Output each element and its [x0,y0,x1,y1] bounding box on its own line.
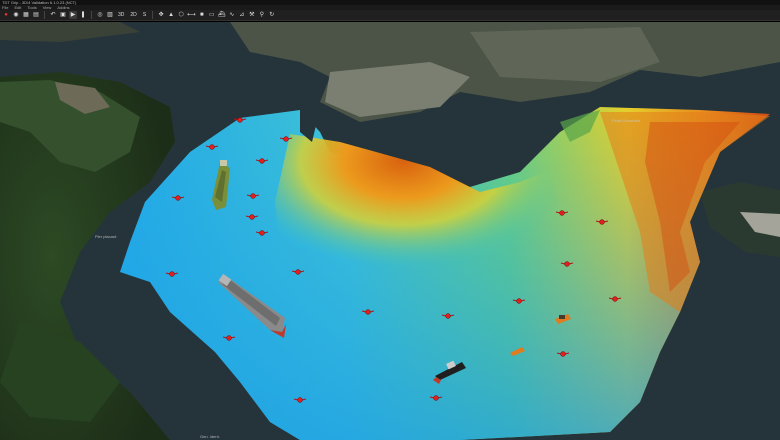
undo-icon[interactable]: ↶ [49,11,57,19]
layers-icon[interactable]: ▤ [32,11,40,19]
camera-icon[interactable]: ▭ [208,11,216,19]
toolbar-divider [91,11,92,19]
tools-icon[interactable]: ⚒ [248,11,256,19]
search-icon[interactable]: ⚲ [258,11,266,19]
target-icon[interactable]: ◎ [96,11,104,19]
view-3d-button[interactable]: 3D [116,11,126,19]
play-icon[interactable]: ▶ [69,11,77,19]
toolbar-divider [152,11,154,19]
boat-icon[interactable]: ⛴ [218,11,226,19]
map-label-top-right: Point Grounded [612,118,641,123]
pause-icon[interactable]: ❚ [79,11,87,19]
3d-map-viewport[interactable]: Pier placard Gen. Ident. Point Grounded [0,22,780,440]
palette-icon[interactable]: ▦ [22,11,30,19]
polygon-icon[interactable]: ⬡ [177,11,185,19]
ruler-icon[interactable]: ⊿ [238,11,246,19]
view-2d-button[interactable]: 2D [128,11,138,19]
grid-icon[interactable]: ▣ [59,11,67,19]
square-icon[interactable]: ■ [198,11,206,19]
measure-icon[interactable]: ⟷ [187,11,196,19]
route-icon[interactable]: ∿ [228,11,236,19]
map-label-west: Pier placard [95,234,117,239]
map-label-bottom: Gen. Ident. [200,434,220,439]
pan-icon[interactable]: ✥ [157,11,165,19]
toolbar-divider [44,11,45,19]
view-s-button[interactable]: S [141,11,148,19]
refresh-icon[interactable]: ↻ [268,11,276,19]
stop-icon[interactable]: ● [2,11,10,19]
record-icon[interactable]: ◉ [12,11,20,19]
toolbar: ● ◉ ▦ ▤ ↶ ▣ ▶ ❚ ◎ ▧ 3D 2D S ✥ ▲ ⬡ ⟷ ■ ▭ … [0,10,780,21]
point-icon[interactable]: ▲ [167,11,175,19]
cube-icon[interactable]: ▧ [106,11,114,19]
